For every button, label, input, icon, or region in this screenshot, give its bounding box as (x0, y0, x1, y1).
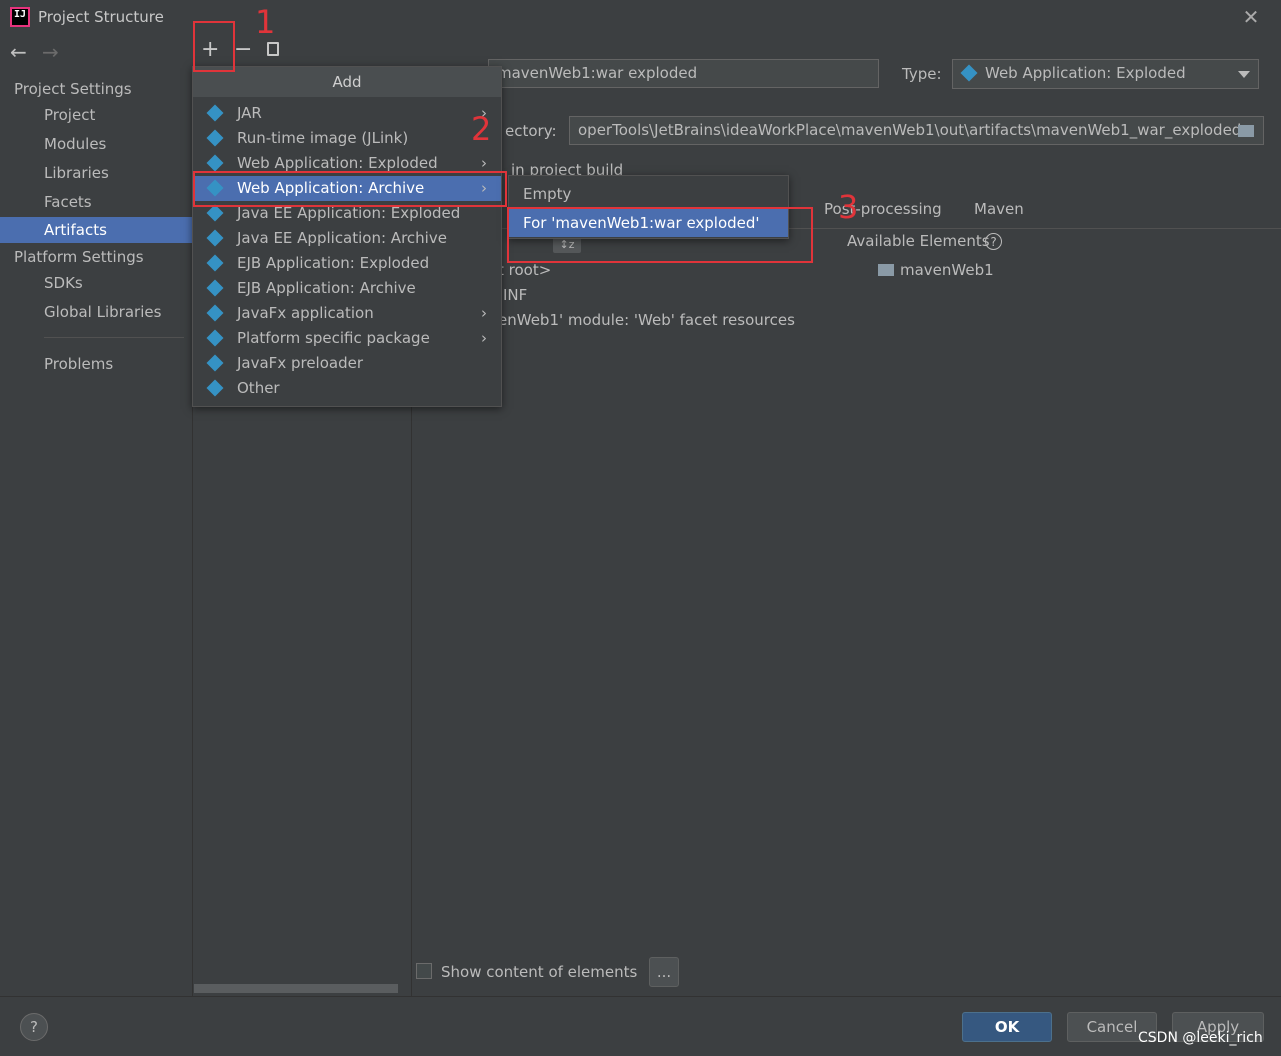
ellipsis-button[interactable]: ... (649, 957, 679, 987)
add-menu-item[interactable]: Java EE Application: Archive (193, 226, 501, 251)
available-elements-label: Available Elements (847, 232, 990, 250)
watermark: CSDN @leeki_rich (1138, 1030, 1263, 1046)
add-menu-item-label: EJB Application: Archive (237, 279, 416, 297)
annotation-number-2: 2 (471, 110, 492, 148)
artifact-type-icon (206, 229, 224, 247)
add-menu-item[interactable]: JAR › (193, 101, 501, 126)
artifact-name-input[interactable]: mavenWeb1:war exploded (488, 59, 879, 88)
add-menu-item-label: Web Application: Exploded (237, 154, 438, 172)
copy-icon[interactable] (267, 42, 279, 56)
add-menu-item[interactable]: EJB Application: Exploded (193, 251, 501, 276)
artifact-type-icon (206, 329, 224, 347)
add-menu-item-label: JavaFx preloader (237, 354, 363, 372)
available-tree-item[interactable]: mavenWeb1 (900, 261, 994, 279)
add-menu: Add JAR › Run-time image (JLink) Web Applic… (192, 66, 502, 407)
chevron-right-icon: › (481, 329, 487, 347)
add-menu-item-label: Run-time image (JLink) (237, 129, 409, 147)
chevron-down-icon (1238, 71, 1250, 78)
folder-icon[interactable] (1238, 125, 1254, 137)
annotation-number-3: 3 (838, 188, 859, 226)
artifact-type-icon (206, 379, 224, 397)
chevron-right-icon: › (481, 304, 487, 322)
arrow-left-icon[interactable]: ← (10, 40, 27, 64)
sidebar-item-libraries[interactable]: Libraries (0, 160, 192, 186)
sidebar-divider (44, 337, 184, 338)
type-select[interactable]: Web Application: Exploded (952, 59, 1259, 89)
sidebar-item-sdks[interactable]: SDKs (0, 270, 192, 296)
artifact-type-icon (206, 254, 224, 272)
intellij-logo-icon: IJ (10, 7, 30, 27)
sidebar-item-global-libraries[interactable]: Global Libraries (0, 299, 192, 325)
artifact-type-icon (206, 154, 224, 172)
submenu-item-empty[interactable]: Empty (509, 180, 788, 208)
layout-tree-item[interactable]: enWeb1' module: 'Web' facet resources (498, 311, 795, 329)
platform-settings-heading: Platform Settings (14, 248, 144, 266)
show-content-label: Show content of elements (441, 963, 638, 981)
sidebar-item-facets[interactable]: Facets (0, 189, 192, 215)
sidebar-item-problems[interactable]: Problems (0, 351, 192, 377)
artifact-type-icon (206, 129, 224, 147)
window-title: Project Structure (38, 8, 164, 26)
horizontal-scrollbar[interactable] (194, 984, 398, 993)
artifact-type-icon (206, 204, 224, 222)
add-menu-item-label: Other (237, 379, 280, 397)
annotation-box-1 (193, 21, 235, 72)
add-menu-item-label: JavaFx application (237, 304, 374, 322)
type-select-value: Web Application: Exploded (985, 64, 1186, 82)
layout-tree-item[interactable]: t root> (498, 261, 551, 279)
add-menu-item[interactable]: Run-time image (JLink) (193, 126, 501, 151)
artifact-type-icon (206, 304, 224, 322)
project-settings-heading: Project Settings (14, 80, 132, 98)
add-menu-item[interactable]: Platform specific package › (193, 326, 501, 351)
output-directory-input[interactable]: operTools\JetBrains\ideaWorkPlace\mavenW… (569, 116, 1264, 145)
annotation-box-2 (193, 171, 507, 207)
artifact-type-icon (206, 279, 224, 297)
sidebar-item-project[interactable]: Project (0, 102, 192, 128)
add-menu-item-label: Platform specific package (237, 329, 430, 347)
add-menu-item[interactable]: EJB Application: Archive (193, 276, 501, 301)
type-label: Type: (902, 65, 942, 83)
artifact-type-icon (206, 354, 224, 372)
ok-button[interactable]: OK (962, 1012, 1052, 1042)
folder-icon (878, 264, 894, 276)
artifact-type-icon (206, 104, 224, 122)
show-content-checkbox[interactable] (416, 963, 432, 979)
layout-tree-item[interactable]: INF (503, 286, 527, 304)
annotation-number-1: 1 (255, 3, 276, 41)
add-menu-header: Add (193, 67, 501, 97)
add-menu-item[interactable]: Other (193, 376, 501, 401)
sidebar-item-artifacts[interactable]: Artifacts (0, 217, 192, 243)
add-menu-item[interactable]: JavaFx application › (193, 301, 501, 326)
minus-icon[interactable]: − (234, 37, 252, 62)
add-menu-item-label: Java EE Application: Archive (237, 229, 447, 247)
tab-maven[interactable]: Maven (974, 200, 1024, 218)
sidebar-item-modules[interactable]: Modules (0, 131, 192, 157)
add-menu-item[interactable]: JavaFx preloader (193, 351, 501, 376)
help-button[interactable]: ? (20, 1013, 48, 1041)
annotation-box-3 (507, 207, 813, 263)
arrow-right-icon[interactable]: → (42, 40, 59, 64)
close-icon[interactable]: ✕ (1238, 4, 1264, 30)
help-icon[interactable]: ? (985, 233, 1002, 250)
add-menu-item-label: JAR (237, 104, 262, 122)
output-directory-label: ectory: (505, 122, 557, 140)
add-menu-item-label: EJB Application: Exploded (237, 254, 430, 272)
